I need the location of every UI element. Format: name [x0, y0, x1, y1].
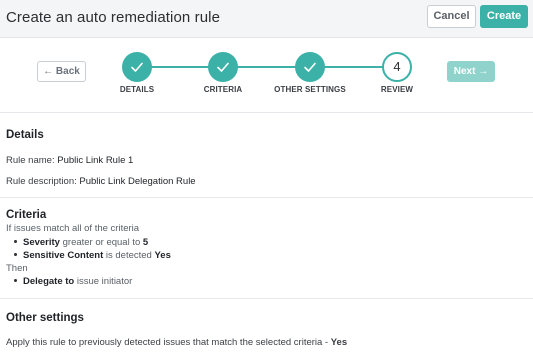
criteria-heading: Criteria — [6, 209, 47, 221]
wizard-stepper: ← Back DETAILS CRITERIA OTHER SETTINGS 4… — [0, 39, 533, 111]
rule-description-row: Rule description: Public Link Delegation… — [6, 176, 196, 187]
next-button: Next → — [447, 61, 495, 82]
action-target: issue initiator — [76, 276, 133, 287]
condition-operator: greater or equal to — [62, 237, 141, 248]
divider — [0, 197, 533, 198]
divider — [0, 298, 533, 299]
rule-name-value: Public Link Rule 1 — [57, 155, 134, 166]
step-label-review: REVIEW — [380, 85, 414, 94]
back-button[interactable]: ← Back — [37, 61, 86, 82]
condition-value: Yes — [154, 250, 171, 261]
condition-field: Sensitive Content — [23, 250, 104, 261]
divider — [0, 112, 533, 113]
step-details[interactable] — [122, 52, 152, 82]
criteria-condition: Sensitive Content is detected Yes — [14, 250, 171, 261]
step-label-other-settings: OTHER SETTINGS — [274, 85, 346, 94]
rule-name-label: Rule name: — [6, 155, 55, 166]
cancel-button[interactable]: Cancel — [427, 5, 476, 28]
bullet-icon — [14, 239, 17, 243]
step-review[interactable]: 4 — [382, 52, 412, 82]
rule-name-row: Rule name: Public Link Rule 1 — [6, 155, 133, 166]
then-label: Then — [6, 263, 28, 274]
check-icon — [131, 62, 143, 72]
apply-rule-text: Apply this rule to previously detected i… — [6, 337, 329, 348]
criteria-condition: Severity greater or equal to 5 — [14, 237, 148, 248]
bullet-icon — [14, 278, 17, 282]
apply-rule-row: Apply this rule to previously detected i… — [6, 337, 347, 348]
bullet-icon — [14, 252, 17, 256]
criteria-intro: If issues match all of the criteria — [6, 223, 140, 234]
step-number: 4 — [393, 59, 401, 74]
rule-description-label: Rule description: — [6, 176, 77, 187]
criteria-action: Delegate to issue initiator — [14, 276, 132, 287]
details-heading: Details — [6, 129, 44, 141]
step-criteria[interactable] — [208, 52, 238, 82]
page-header: Create an auto remediation rule Cancel C… — [0, 0, 533, 38]
condition-operator: is detected — [105, 250, 152, 261]
rule-description-value: Public Link Delegation Rule — [79, 176, 196, 187]
step-other-settings[interactable] — [295, 52, 325, 82]
check-icon — [217, 62, 229, 72]
condition-field: Severity — [23, 237, 60, 248]
apply-rule-value: Yes — [330, 337, 348, 348]
step-label-details: DETAILS — [119, 85, 155, 94]
action-name: Delegate to — [23, 276, 75, 287]
page-title: Create an auto remediation rule — [6, 9, 221, 26]
condition-value: 5 — [142, 237, 149, 248]
step-label-criteria: CRITERIA — [203, 85, 243, 94]
check-icon — [304, 62, 316, 72]
other-settings-heading: Other settings — [6, 312, 84, 324]
create-button[interactable]: Create — [480, 5, 528, 28]
stepper-track — [137, 66, 397, 68]
